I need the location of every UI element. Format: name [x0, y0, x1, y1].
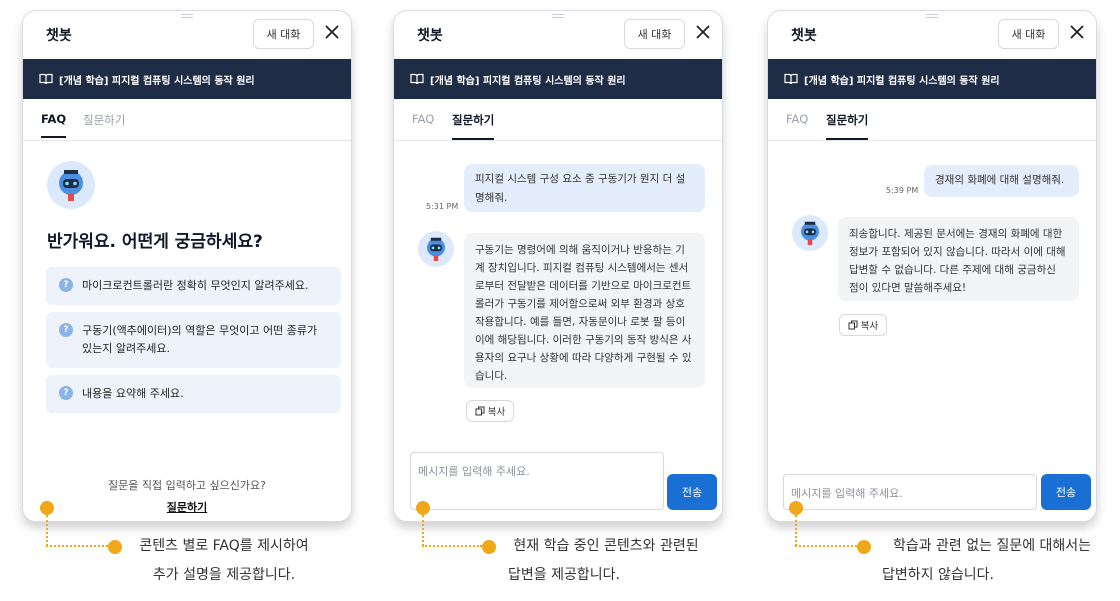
callout-dot: [40, 501, 54, 515]
new-chat-button[interactable]: 새 대화: [253, 19, 314, 49]
book-icon: [784, 73, 798, 85]
callout-line: [422, 515, 424, 546]
tab-faq[interactable]: FAQ: [786, 112, 808, 136]
faq-item-label: 내용을 요약해 주세요.: [82, 387, 184, 400]
faq-item-label: 구동기(액추에이터)의 역할은 무엇이고 어떤 종류가 있는지 알려주세요.: [82, 324, 318, 355]
message-time: 5:39 PM: [886, 186, 919, 195]
robot-avatar-icon: [792, 215, 828, 251]
book-icon: [410, 73, 424, 85]
callout-line: [46, 545, 108, 547]
close-icon[interactable]: [694, 23, 712, 41]
send-button[interactable]: 전송: [667, 474, 717, 510]
callout-line: [422, 545, 482, 547]
faq-item-label: 마이크로컨트롤러란 정확히 무엇인지 알려주세요.: [82, 279, 309, 292]
banner-title: [개념 학습] 피지컬 컴퓨팅 시스템의 동작 원리: [430, 75, 626, 87]
tab-ask[interactable]: 질문하기: [826, 112, 869, 140]
tab-ask[interactable]: 질문하기: [83, 112, 125, 138]
message-time: 5:31 PM: [426, 202, 459, 211]
copy-icon: [848, 320, 858, 330]
question-icon: ?: [59, 323, 73, 337]
copy-label: 복사: [487, 407, 506, 418]
message-input[interactable]: 메시지를 입력해 주세요.: [783, 474, 1037, 510]
user-message: 피지컬 시스템 구성 요소 중 구동기가 뭔지 더 설명해줘.: [464, 164, 705, 212]
robot-avatar-icon: [47, 161, 95, 209]
panel-header: 챗봇 새 대화: [768, 11, 1096, 59]
tab-bar: FAQ 질문하기: [768, 99, 1096, 141]
panel-header: 챗봇 새 대화: [394, 11, 722, 59]
bot-message: 구동기는 명령어에 의해 움직이거나 반응하는 기계 장치입니다. 피지컬 컴퓨…: [464, 233, 705, 388]
chatbot-panel-relevant: 챗봇 새 대화 [개념 학습] 피지컬 컴퓨팅 시스템의 동작 원리 FAQ 질…: [393, 10, 723, 522]
banner-title: [개념 학습] 피지컬 컴퓨팅 시스템의 동작 원리: [804, 75, 1000, 87]
book-icon: [39, 73, 53, 85]
content-banner: [개념 학습] 피지컬 컴퓨팅 시스템의 동작 원리: [23, 59, 351, 99]
callout-caption-line1: 학습과 관련 없는 질문에 대해서는: [892, 538, 1092, 554]
send-button[interactable]: 전송: [1041, 474, 1091, 510]
question-icon: ?: [59, 278, 73, 292]
ask-question-link[interactable]: 질문하기: [23, 499, 351, 515]
question-icon: ?: [59, 386, 73, 400]
tab-faq[interactable]: FAQ: [41, 112, 67, 138]
new-chat-button[interactable]: 새 대화: [624, 19, 685, 49]
copy-button[interactable]: 복사: [466, 400, 514, 422]
copy-icon: [475, 406, 485, 416]
panel-title: 챗봇: [791, 28, 817, 44]
callout-caption-line1: 콘텐츠 별로 FAQ를 제시하여: [139, 538, 309, 554]
faq-item[interactable]: ? 구동기(액추에이터)의 역할은 무엇이고 어떤 종류가 있는지 알려주세요.: [46, 312, 341, 368]
panel-title: 챗봇: [46, 28, 72, 44]
callout-caption-line2: 추가 설명을 제공합니다.: [152, 567, 296, 583]
content-banner: [개념 학습] 피지컬 컴퓨팅 시스템의 동작 원리: [394, 59, 722, 99]
callout-dot: [482, 540, 496, 554]
callout-line: [46, 515, 48, 546]
faq-item[interactable]: ? 마이크로컨트롤러란 정확히 무엇인지 알려주세요.: [46, 267, 341, 305]
tab-faq[interactable]: FAQ: [412, 112, 434, 136]
callout-dot: [108, 540, 122, 554]
close-icon[interactable]: [1068, 23, 1086, 41]
greeting-heading: 반가워요. 어떤게 궁금하세요?: [47, 232, 263, 252]
content-banner: [개념 학습] 피지컬 컴퓨팅 시스템의 동작 원리: [768, 59, 1096, 99]
callout-dot: [789, 501, 803, 515]
chatbot-panel-irrelevant: 챗봇 새 대화 [개념 학습] 피지컬 컴퓨팅 시스템의 동작 원리 FAQ 질…: [767, 10, 1097, 522]
close-icon[interactable]: [323, 23, 341, 41]
callout-caption-line2: 답변을 제공합니다.: [508, 567, 620, 583]
new-chat-button[interactable]: 새 대화: [998, 19, 1059, 49]
robot-avatar-icon: [418, 231, 454, 267]
copy-button[interactable]: 복사: [839, 314, 887, 336]
tab-bar: FAQ 질문하기: [23, 99, 351, 141]
panel-header: 챗봇 새 대화: [23, 11, 351, 59]
callout-caption-line2: 답변하지 않습니다.: [882, 567, 994, 583]
faq-item[interactable]: ? 내용을 요약해 주세요.: [46, 375, 341, 413]
chatbot-panel-faq: 챗봇 새 대화 [개념 학습] 피지컬 컴퓨팅 시스템의 동작 원리 FAQ 질…: [22, 10, 352, 522]
callout-line: [795, 545, 857, 547]
callout-dot: [416, 501, 430, 515]
panel-title: 챗봇: [417, 28, 443, 44]
callout-caption-line1: 현재 학습 중인 콘텐츠와 관련된: [513, 538, 699, 554]
callout-line: [795, 515, 797, 546]
direct-question-prompt: 질문을 직접 입력하고 싶으신가요?: [107, 479, 266, 492]
message-input[interactable]: 메시지를 입력해 주세요.: [410, 452, 664, 510]
callout-dot: [857, 540, 871, 554]
copy-label: 복사: [860, 321, 879, 332]
user-message: 경재의 화폐에 대해 설명해줘.: [924, 165, 1079, 197]
banner-title: [개념 학습] 피지컬 컴퓨팅 시스템의 동작 원리: [59, 75, 255, 87]
bot-message: 죄송합니다. 제공된 문서에는 경재의 화폐에 대한 정보가 포함되어 있지 않…: [838, 217, 1079, 301]
tab-ask[interactable]: 질문하기: [452, 112, 495, 140]
tab-bar: FAQ 질문하기: [394, 99, 722, 141]
